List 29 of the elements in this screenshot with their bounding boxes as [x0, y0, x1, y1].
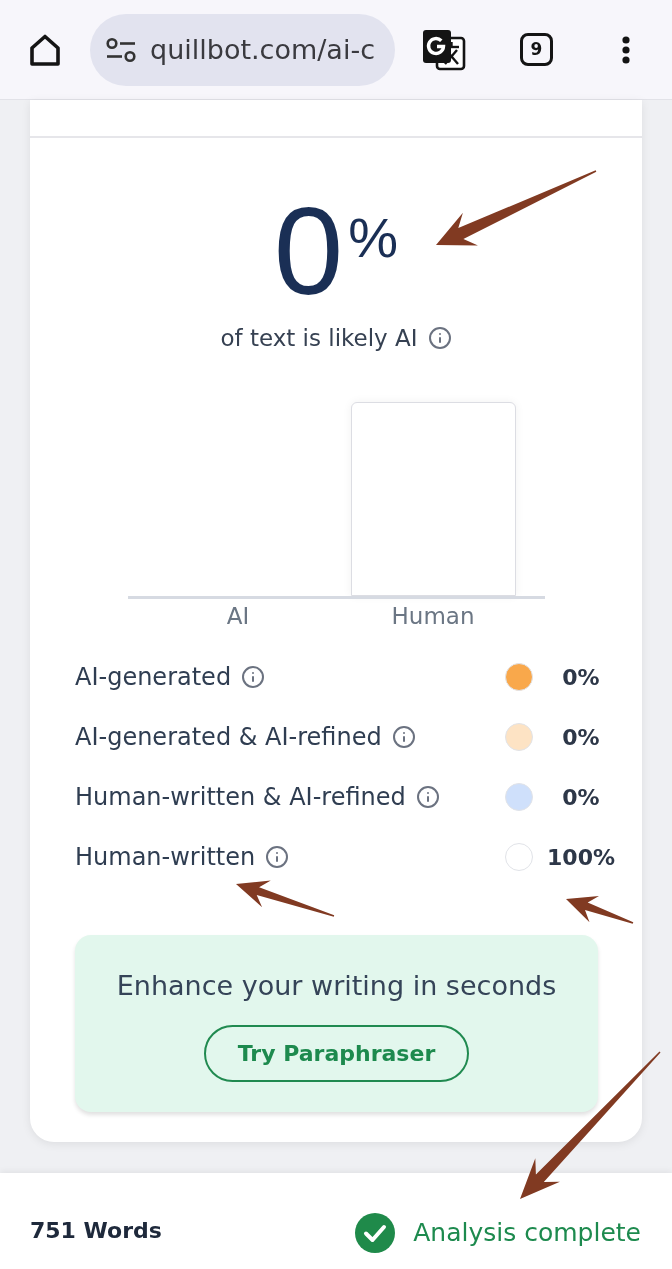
ai-score: 0: [273, 188, 344, 313]
info-icon[interactable]: [427, 326, 452, 350]
score-caption: of text is likely AI: [220, 324, 418, 353]
address-bar[interactable]: quillbot.com/ai-c: [90, 13, 395, 86]
sliders-icon[interactable]: [106, 36, 136, 63]
percentage-value: 0%: [561, 723, 601, 752]
try-paraphraser-button[interactable]: Try Paraphraser: [204, 1025, 469, 1082]
percent-sign: %: [348, 210, 399, 266]
category-label: Human-written: [75, 842, 256, 873]
tab-switcher-button[interactable]: 9: [520, 33, 553, 66]
more-menu-icon[interactable]: [622, 35, 630, 64]
check-icon: [355, 1212, 396, 1253]
annotation-arrow: [566, 895, 634, 924]
percentage-value: 0%: [561, 783, 601, 812]
percentage-value: 100%: [546, 843, 616, 872]
analysis-status: Analysis complete: [413, 1216, 641, 1249]
info-icon[interactable]: [415, 785, 440, 809]
info-icon[interactable]: [265, 845, 290, 869]
info-icon[interactable]: [241, 665, 266, 689]
category-label: Human-written & AI-refined: [75, 782, 406, 813]
category-label: AI-generated: [75, 662, 232, 693]
category-label: Human: [391, 602, 475, 631]
translate-icon[interactable]: [422, 28, 466, 71]
percentage-value: 0%: [561, 663, 601, 692]
category-label: AI-generated & AI-refined: [75, 722, 382, 753]
word-count: 751 Words: [30, 1216, 162, 1245]
info-icon[interactable]: [391, 725, 416, 749]
promo-text: Enhance your writing in seconds: [116, 969, 557, 1003]
category-label: AI: [226, 602, 250, 631]
